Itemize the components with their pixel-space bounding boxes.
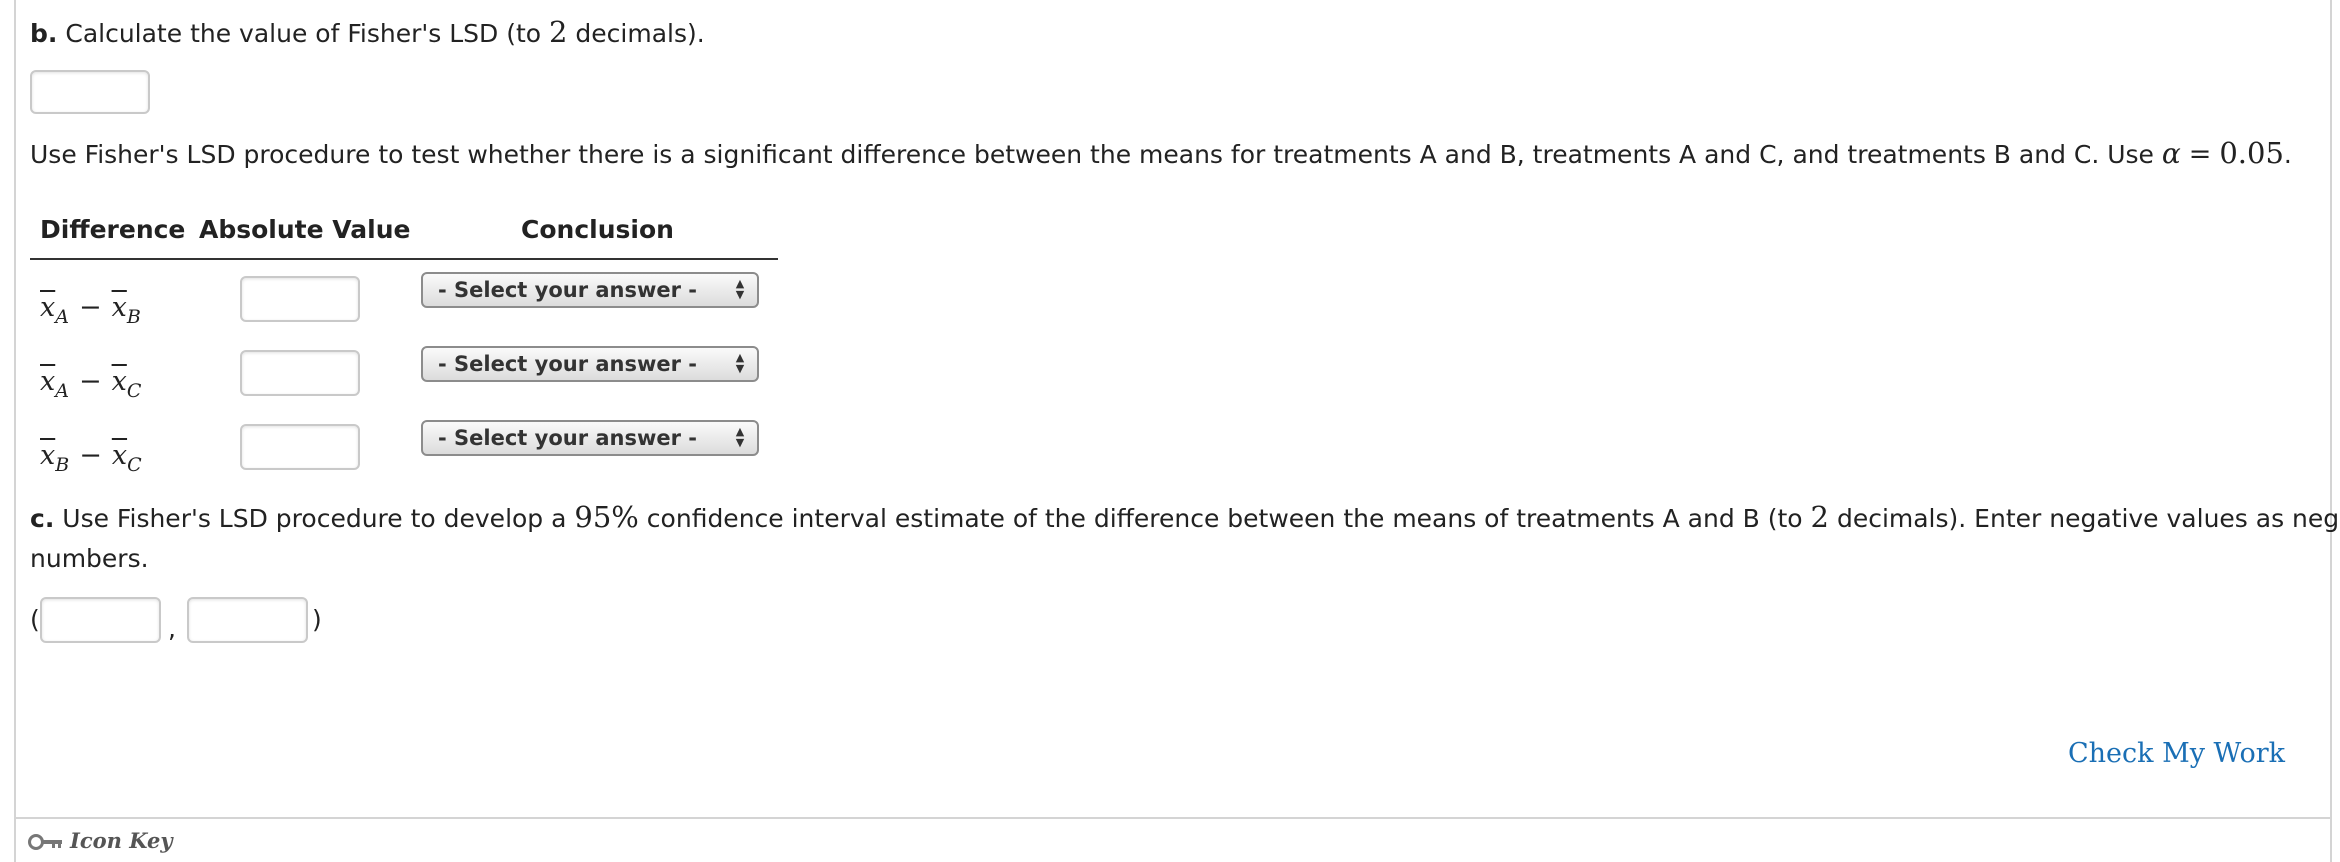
conclusion-select-a-c[interactable]: - Select your answer - ▲ ▼ — [421, 346, 759, 382]
abs-value-input-b-c[interactable] — [240, 424, 360, 470]
part-b-question: b. Calculate the value of Fisher's LSD (… — [30, 15, 705, 51]
part-c-line2: numbers. — [30, 544, 149, 573]
part-c-question: c. Use Fisher's LSD procedure to develop… — [30, 500, 2340, 536]
abs-value-input-a-c[interactable] — [240, 350, 360, 396]
difference-a-c: xA − xC — [40, 366, 142, 402]
header-conclusion: Conclusion — [521, 215, 674, 244]
interval-lower-input[interactable] — [40, 597, 161, 643]
part-c-text-mid: confidence interval estimate of the diff… — [638, 504, 1811, 533]
part-c-text-pre: Use Fisher's LSD procedure to develop a — [62, 504, 575, 533]
conclusion-select-a-b[interactable]: - Select your answer - ▲ ▼ — [421, 272, 759, 308]
check-my-work-link[interactable]: Check My Work — [2068, 738, 2285, 769]
content-frame — [14, 0, 2332, 862]
part-b-num: 2 — [549, 15, 568, 49]
conclusion-select-b-c[interactable]: - Select your answer - ▲ ▼ — [421, 420, 759, 456]
difference-b-c: xB − xC — [40, 440, 142, 476]
part-b-text-post: decimals). — [567, 19, 705, 48]
icon-key-label: Icon Key — [70, 828, 173, 853]
part-c-num: 2 — [1810, 500, 1829, 534]
instructions-period: . — [2283, 140, 2292, 169]
part-b-label: b. — [30, 19, 58, 48]
footer-divider — [16, 817, 2330, 819]
instructions-text-pre: Use Fisher's LSD procedure to test wheth… — [30, 140, 2162, 169]
select-arrows-icon: ▲ ▼ — [735, 425, 745, 449]
alpha-value: 0.05 — [2219, 136, 2284, 170]
interval-comma: , — [168, 614, 176, 643]
equals-sign: = — [2188, 139, 2212, 170]
open-paren: ( — [30, 605, 40, 634]
part-b-text-pre: Calculate the value of Fisher's LSD (to — [65, 19, 549, 48]
alpha-symbol: α — [2161, 137, 2181, 170]
select-arrows-icon: ▲ ▼ — [735, 277, 745, 301]
key-icon — [28, 828, 70, 853]
part-c-label: c. — [30, 504, 55, 533]
header-absolute-value: Absolute Value — [199, 215, 411, 244]
lsd-value-input[interactable] — [30, 70, 150, 114]
part-c-pct: 95% — [574, 500, 639, 534]
close-paren: ) — [312, 605, 322, 634]
header-difference: Difference — [40, 215, 186, 244]
part-c-text-post: decimals). Enter negative values as nega… — [1836, 504, 2340, 533]
interval-upper-input[interactable] — [187, 597, 308, 643]
select-arrows-icon: ▲ ▼ — [735, 351, 745, 375]
table-header-rule — [30, 258, 778, 260]
abs-value-input-a-b[interactable] — [240, 276, 360, 322]
difference-a-b: xA − xB — [40, 292, 141, 328]
icon-key[interactable]: Icon Key — [28, 828, 173, 853]
instructions-text: Use Fisher's LSD procedure to test wheth… — [30, 136, 2292, 172]
